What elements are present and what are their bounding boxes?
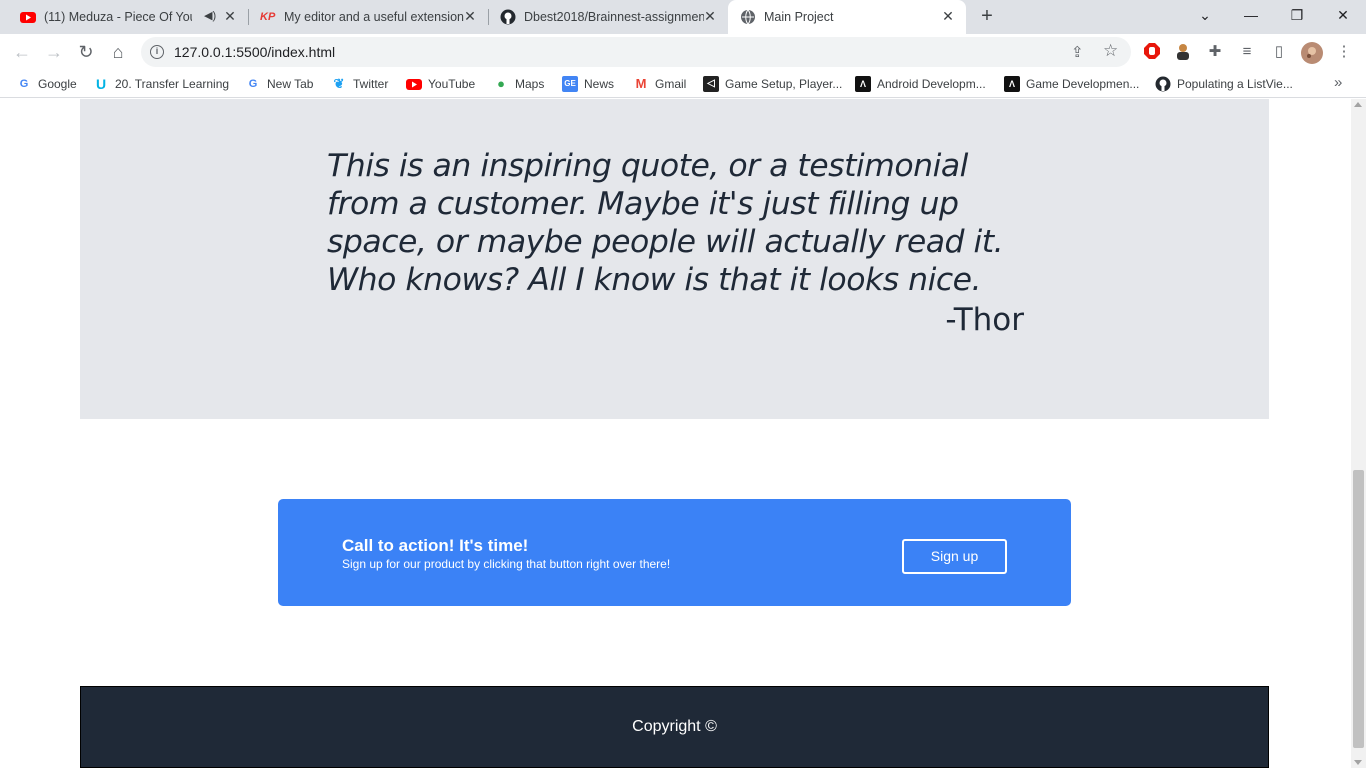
bookmark-google[interactable]: G Google — [16, 76, 77, 92]
bookmarks-bar: G Google U 20. Transfer Learning G New Tab … — [0, 70, 1366, 98]
android-dev-icon: Λ — [855, 76, 871, 92]
close-window-icon[interactable]: ✕ — [1331, 5, 1355, 25]
quote-text: This is an inspiring quote, or a testimo… — [327, 148, 1004, 298]
url-text[interactable]: 127.0.0.1:5500/index.html — [174, 44, 335, 60]
youtube-icon — [406, 76, 422, 92]
reload-icon[interactable]: ↻ — [75, 41, 97, 63]
close-tab-icon[interactable]: ✕ — [702, 8, 718, 24]
bookmark-news[interactable]: GE News — [562, 76, 614, 92]
google-icon: G — [248, 78, 258, 90]
bookmark-maps[interactable]: ● Maps — [493, 76, 544, 92]
google-icon: G — [19, 78, 29, 90]
bookmark-game-dev[interactable]: Λ Game Developmen... — [1004, 76, 1139, 92]
restore-icon[interactable]: ❐ — [1285, 5, 1309, 25]
vertical-scrollbar[interactable] — [1351, 99, 1366, 768]
site-info-icon[interactable]: i — [150, 45, 164, 59]
address-bar[interactable]: i 127.0.0.1:5500/index.html ⇪ ☆ — [141, 37, 1131, 67]
media-control-icon[interactable]: ≡ — [1237, 42, 1257, 62]
news-icon: GE — [562, 76, 578, 92]
bookmark-transfer-learning[interactable]: U 20. Transfer Learning — [93, 76, 229, 92]
github-icon — [1155, 76, 1171, 92]
tab-title: Main Project — [764, 10, 834, 24]
tab-title: (11) Meduza - Piece Of Your — [44, 10, 192, 24]
cta-title: Call to action! It's time! — [342, 536, 529, 555]
close-tab-icon[interactable]: ✕ — [940, 8, 956, 24]
speaker-icon[interactable]: ◀︎) — [204, 9, 216, 22]
back-icon[interactable]: ← — [11, 41, 33, 63]
side-panel-icon[interactable]: ▯ — [1269, 42, 1289, 62]
profile-avatar[interactable] — [1301, 42, 1323, 64]
quote-author: -Thor — [945, 302, 1024, 338]
bookmark-star-icon[interactable]: ☆ — [1103, 41, 1118, 61]
extensions-puzzle-icon[interactable]: ✚ — [1205, 42, 1225, 62]
bookmark-android-dev[interactable]: Λ Android Developm... — [855, 76, 986, 92]
tab-meduza[interactable]: (11) Meduza - Piece Of Your ◀︎) ✕ — [8, 0, 248, 34]
android-dev-icon: Λ — [1004, 76, 1020, 92]
kp-icon: KP — [260, 11, 276, 23]
scrollbar-thumb[interactable] — [1353, 470, 1364, 748]
home-icon[interactable]: ⌂ — [107, 41, 129, 63]
bookmark-new-tab[interactable]: G New Tab — [245, 76, 314, 92]
page-footer: Copyright © — [80, 686, 1269, 768]
scroll-down-arrow-icon[interactable] — [1354, 760, 1362, 765]
bookmark-twitter[interactable]: ❦ Twitter — [331, 76, 389, 92]
globe-icon — [741, 9, 755, 25]
new-tab-button[interactable]: + — [977, 6, 997, 27]
forward-icon[interactable]: → — [43, 41, 65, 63]
tab-main-project[interactable]: Main Project ✕ — [728, 0, 966, 34]
bookmark-game-setup[interactable]: ◁ Game Setup, Player... — [703, 76, 842, 92]
tab-title: My editor and a useful extension — [284, 10, 464, 24]
more-bookmarks-icon[interactable]: » — [1334, 74, 1342, 91]
browser-toolbar: ← → ↻ ⌂ i 127.0.0.1:5500/index.html ⇪ ☆ … — [0, 34, 1366, 70]
copyright-text: Copyright © — [632, 718, 717, 735]
call-to-action-banner: Call to action! It's time! Sign up for o… — [278, 499, 1071, 606]
tab-editor[interactable]: KP My editor and a useful extension ✕ — [248, 0, 488, 34]
scroll-up-arrow-icon[interactable] — [1354, 102, 1362, 107]
youtube-icon — [20, 12, 36, 23]
extension-avatar-icon[interactable] — [1173, 42, 1193, 62]
bookmark-youtube[interactable]: YouTube — [406, 76, 475, 92]
adblock-icon[interactable] — [1142, 42, 1162, 62]
tab-github[interactable]: Dbest2018/Brainnest-assignment ✕ — [488, 0, 728, 34]
bookmark-listview[interactable]: Populating a ListVie... — [1155, 76, 1293, 92]
udacity-icon: U — [95, 76, 107, 92]
share-icon[interactable]: ⇪ — [1071, 43, 1084, 61]
page-viewport: This is an inspiring quote, or a testimo… — [0, 99, 1351, 768]
tab-strip: (11) Meduza - Piece Of Your ◀︎) ✕ KP My … — [0, 0, 1366, 34]
unity-icon: ◁ — [703, 76, 719, 92]
twitter-icon: ❦ — [333, 76, 345, 91]
sign-up-button[interactable]: Sign up — [902, 539, 1007, 574]
maps-icon: ● — [497, 76, 505, 91]
tab-search-icon[interactable]: ⌄ — [1193, 5, 1217, 25]
tab-title: Dbest2018/Brainnest-assignment — [524, 10, 704, 24]
testimonial-section: This is an inspiring quote, or a testimo… — [80, 99, 1269, 419]
cta-subtitle: Sign up for our product by clicking that… — [342, 557, 671, 571]
close-tab-icon[interactable]: ✕ — [222, 8, 238, 24]
menu-icon[interactable]: ⋮ — [1334, 42, 1354, 62]
github-icon — [500, 9, 516, 25]
close-tab-icon[interactable]: ✕ — [462, 8, 478, 24]
bookmark-gmail[interactable]: M Gmail — [633, 76, 687, 92]
gmail-icon: M — [635, 76, 647, 91]
minimize-icon[interactable]: — — [1239, 5, 1263, 25]
